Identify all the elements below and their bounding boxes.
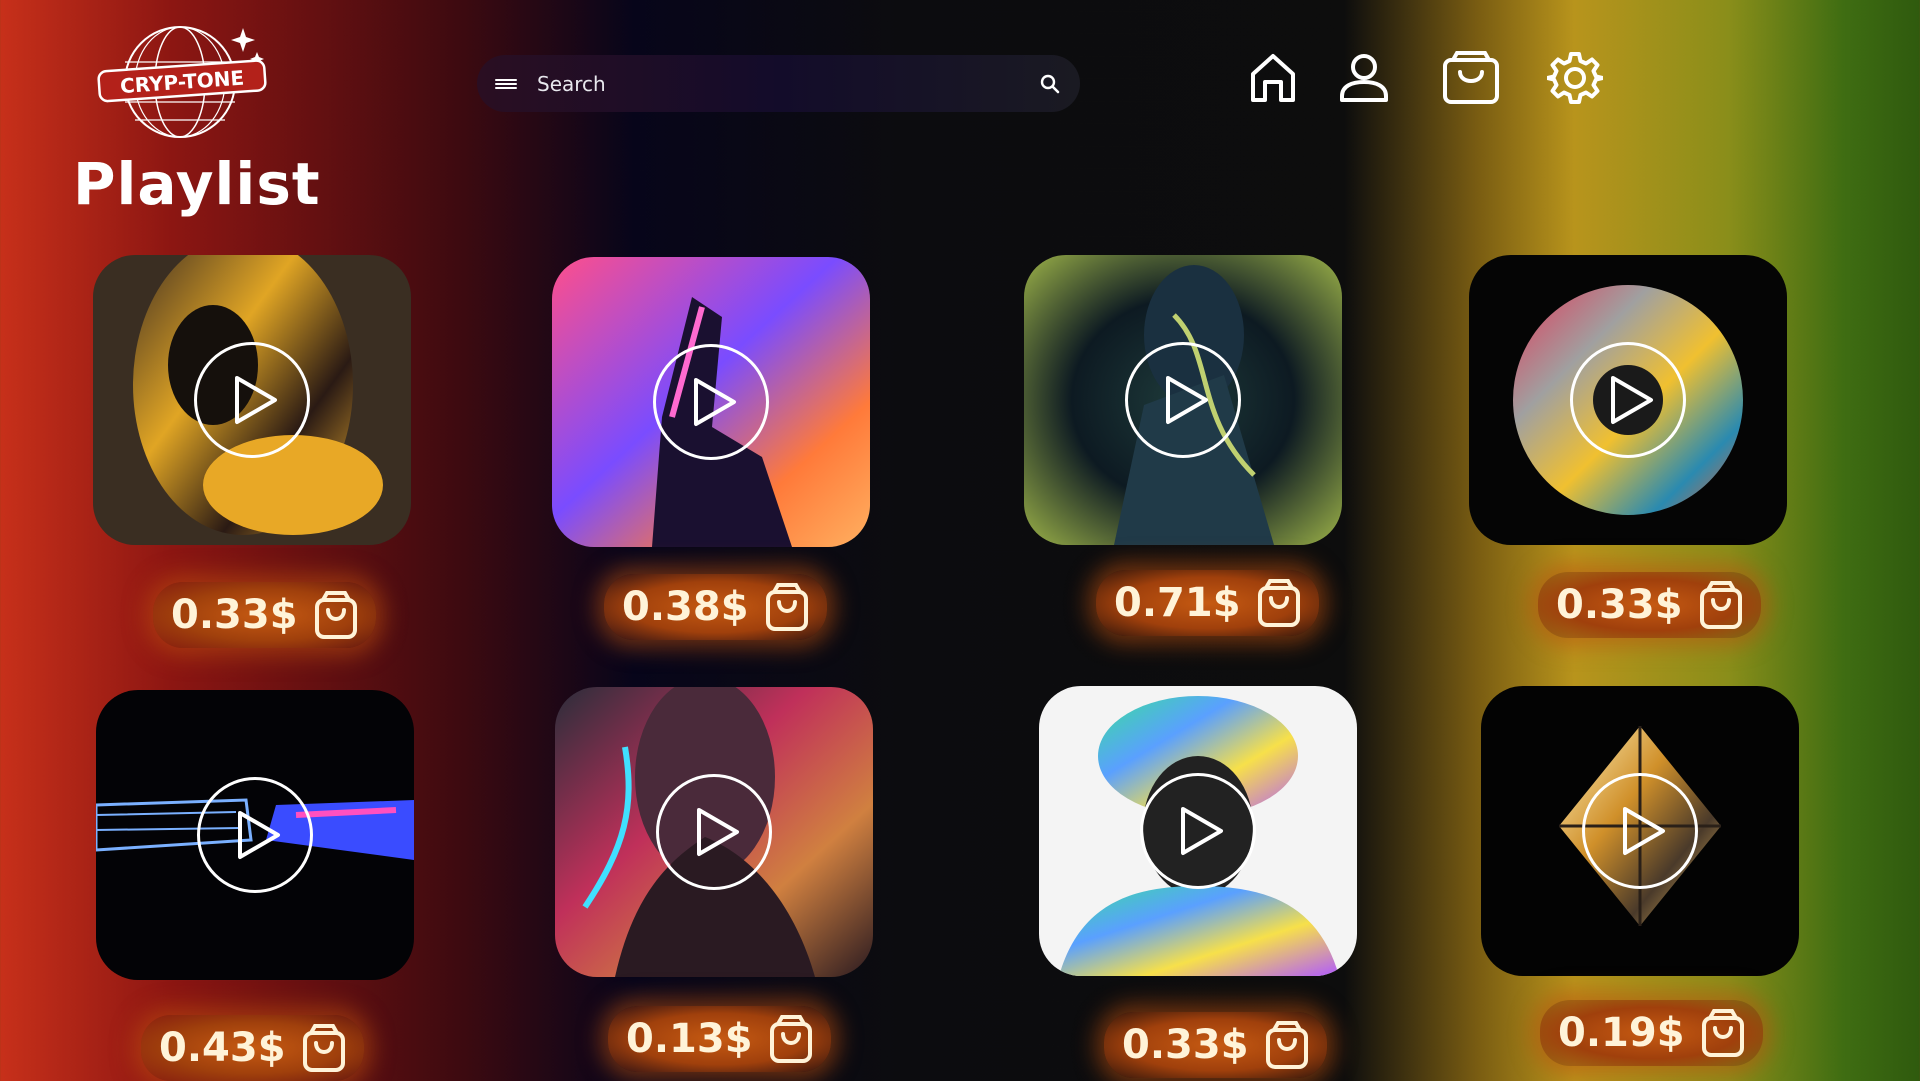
play-button[interactable]	[1125, 342, 1241, 458]
play-button[interactable]	[194, 342, 310, 458]
shopping-bag-icon	[314, 591, 357, 639]
price-value: 0.33$	[171, 592, 298, 638]
play-button[interactable]	[656, 774, 772, 890]
price-tag[interactable]: 0.13$	[608, 1006, 831, 1072]
shopping-bag-icon	[1701, 1009, 1744, 1057]
price-value: 0.33$	[1122, 1022, 1249, 1068]
menu-icon[interactable]	[495, 76, 517, 92]
price-value: 0.19$	[1558, 1010, 1685, 1056]
track-card[interactable]	[1481, 686, 1799, 976]
price-value: 0.71$	[1114, 580, 1241, 626]
shopping-bag-icon	[769, 1015, 812, 1063]
price-tag[interactable]: 0.38$	[604, 574, 827, 640]
track-card[interactable]	[96, 690, 414, 980]
price-value: 0.13$	[626, 1016, 753, 1062]
page-title: Playlist	[73, 150, 321, 218]
track-card[interactable]	[93, 255, 411, 545]
gear-icon[interactable]	[1547, 50, 1603, 106]
shopping-bag-icon	[1265, 1021, 1308, 1069]
shopping-bag-icon	[1257, 579, 1300, 627]
price-tag[interactable]: 0.33$	[1104, 1012, 1327, 1078]
track-card[interactable]	[552, 257, 870, 547]
track-card[interactable]	[1469, 255, 1787, 545]
track-card[interactable]	[1039, 686, 1357, 976]
price-value: 0.38$	[622, 584, 749, 630]
shopping-bag-icon[interactable]	[1441, 50, 1501, 106]
play-button[interactable]	[1582, 773, 1698, 889]
play-button[interactable]	[1570, 342, 1686, 458]
shopping-bag-icon	[1699, 581, 1742, 629]
price-tag[interactable]: 0.43$	[141, 1015, 364, 1081]
track-card[interactable]	[555, 687, 873, 977]
shopping-bag-icon	[765, 583, 808, 631]
user-icon[interactable]	[1336, 50, 1392, 106]
search-input[interactable]	[535, 70, 1038, 97]
price-value: 0.43$	[159, 1025, 286, 1071]
search-icon[interactable]	[1038, 72, 1062, 96]
search-bar	[477, 55, 1080, 112]
price-tag[interactable]: 0.71$	[1096, 570, 1319, 636]
home-icon[interactable]	[1245, 50, 1301, 106]
track-card[interactable]	[1024, 255, 1342, 545]
price-tag[interactable]: 0.19$	[1540, 1000, 1763, 1066]
shopping-bag-icon	[302, 1024, 345, 1072]
play-button[interactable]	[1140, 773, 1256, 889]
play-button[interactable]	[653, 344, 769, 460]
cryp-tone-logo[interactable]: CRYP-TONE	[95, 22, 270, 142]
price-tag[interactable]: 0.33$	[153, 582, 376, 648]
price-value: 0.33$	[1556, 582, 1683, 628]
play-button[interactable]	[197, 777, 313, 893]
price-tag[interactable]: 0.33$	[1538, 572, 1761, 638]
